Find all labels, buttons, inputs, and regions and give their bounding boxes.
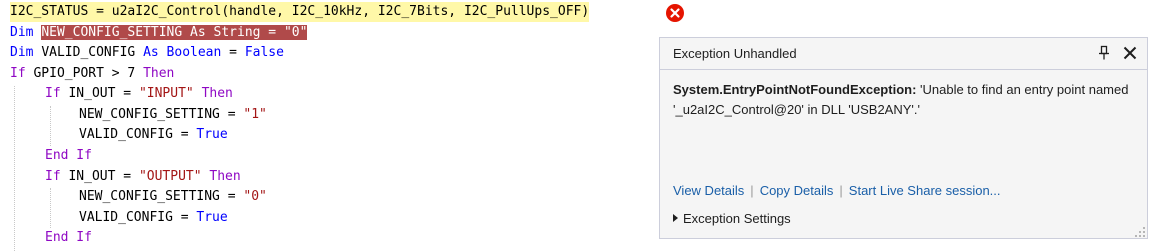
code-token: If (10, 66, 34, 81)
code-token: As String (190, 25, 261, 40)
code-token: NEW_CONFIG_SETTING (41, 25, 191, 40)
indent-guide (50, 188, 51, 228)
code-token: IN_OUT = (68, 169, 139, 184)
code-token: VALID_CONFIG = (79, 127, 197, 142)
code-token: VALID_CONFIG = (79, 210, 197, 225)
exception-popup-header: Exception Unhandled (660, 38, 1147, 70)
code-line[interactable]: NEW_CONFIG_SETTING = "0" (79, 187, 267, 207)
code-line[interactable]: End If (45, 146, 92, 166)
resize-grip-icon[interactable] (1134, 225, 1146, 237)
code-token: True (196, 127, 228, 142)
code-token: IN_OUT = (68, 86, 139, 101)
error-circle-icon[interactable] (666, 4, 684, 22)
code-line[interactable]: NEW_CONFIG_SETTING = "1" (79, 105, 267, 125)
code-line[interactable]: I2C_STATUS = u2aI2C_Control(handle, I2C_… (10, 2, 590, 22)
code-token: True (196, 210, 228, 225)
code-token: GPIO_PORT > 7 (33, 66, 144, 81)
view-details-link[interactable]: View Details (673, 183, 744, 198)
link-separator: | (750, 183, 754, 198)
code-token: NEW_CONFIG_SETTING = (79, 189, 244, 204)
code-token: = (221, 45, 245, 60)
code-token: NEW_CONFIG_SETTING = (79, 107, 244, 122)
code-line[interactable]: If GPIO_PORT > 7 Then (10, 64, 174, 84)
exception-message: System.EntryPointNotFoundException: 'Una… (673, 80, 1133, 120)
exception-settings-label: Exception Settings (683, 211, 791, 226)
exception-type: System.EntryPointNotFoundException: (673, 82, 917, 97)
code-token: False (244, 45, 284, 60)
code-line[interactable]: VALID_CONFIG = True (79, 208, 228, 228)
code-token: VALID_CONFIG (41, 45, 144, 60)
code-token: = (260, 25, 284, 40)
code-line[interactable]: Dim VALID_CONFIG As Boolean = False (10, 43, 284, 63)
copy-details-link[interactable]: Copy Details (760, 183, 834, 198)
code-token: "INPUT" (138, 86, 194, 101)
code-token: End If (45, 230, 92, 245)
code-token: Dim (10, 25, 42, 40)
expand-triangle-icon (673, 214, 678, 222)
code-token: If (45, 86, 69, 101)
live-share-link[interactable]: Start Live Share session... (849, 183, 1001, 198)
code-line[interactable]: If IN_OUT = "INPUT" Then (45, 84, 233, 104)
indent-guide (14, 86, 15, 251)
indent-guide (50, 106, 51, 146)
exception-actions: View Details | Copy Details | Start Live Sha… (673, 183, 1001, 198)
code-token: Then (143, 66, 175, 81)
exception-title: Exception Unhandled (673, 46, 797, 61)
code-token: End If (45, 148, 92, 163)
code-token: Dim (10, 45, 42, 60)
code-line[interactable]: End If (45, 228, 92, 248)
code-token: I2C_STATUS = u2aI2C_Control(handle, I2C_… (10, 4, 590, 19)
exception-settings-toggle[interactable]: Exception Settings (673, 211, 791, 226)
code-token: Then (209, 169, 241, 184)
link-separator: | (839, 183, 843, 198)
code-token: "0" (243, 189, 267, 204)
close-icon[interactable] (1121, 44, 1139, 62)
highlighted-code: NEW_CONFIG_SETTING As String = "0" (41, 25, 308, 40)
code-line[interactable]: Dim NEW_CONFIG_SETTING As String = "0" (10, 23, 308, 43)
code-token: "0" (283, 25, 308, 40)
code-line[interactable]: If IN_OUT = "OUTPUT" Then (45, 167, 241, 187)
code-token: If (45, 169, 69, 184)
exception-popup: Exception Unhandled System.EntryPointNot… (659, 37, 1148, 239)
code-token: "OUTPUT" (138, 169, 202, 184)
code-token: Then (201, 86, 233, 101)
code-token: As Boolean (143, 45, 222, 60)
pin-icon[interactable] (1097, 45, 1111, 61)
code-token: "1" (243, 107, 267, 122)
code-line[interactable]: VALID_CONFIG = True (79, 125, 228, 145)
